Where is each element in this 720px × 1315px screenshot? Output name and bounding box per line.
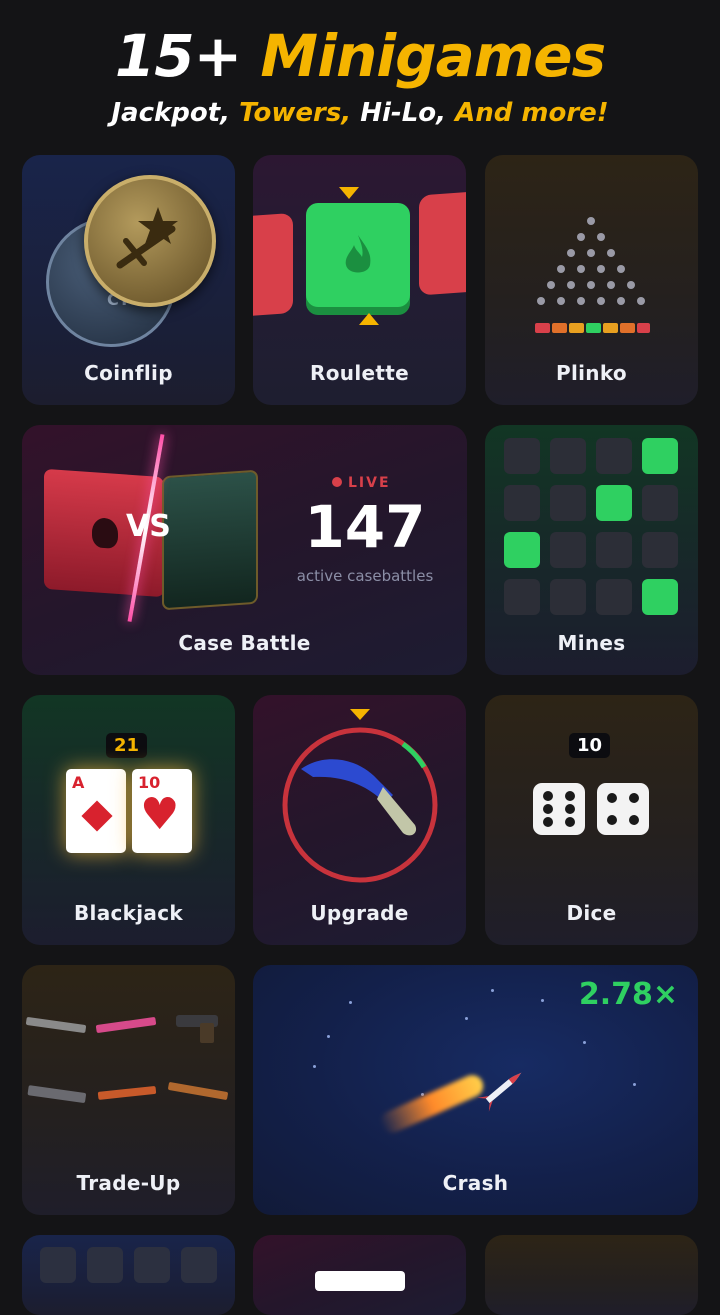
coinflip-label: Coinflip (84, 361, 173, 385)
mines-cell (596, 532, 632, 568)
plinko-label: Plinko (556, 361, 627, 385)
game-card-upgrade[interactable]: Upgrade (253, 695, 466, 945)
crash-multiplier: 2.78× (578, 977, 678, 1012)
subtitle-jackpot: Jackpot, (111, 98, 231, 128)
card-ace-diamonds: A (66, 769, 126, 853)
game-card-plinko[interactable]: Plinko (485, 155, 698, 405)
game-card-roulette[interactable]: Roulette (253, 155, 466, 405)
plinko-board-icon (535, 217, 650, 333)
case-battle-label: Case Battle (178, 631, 311, 655)
game-card-blackjack[interactable]: 21 A 10 ♥ Blackjack (22, 695, 235, 945)
card-ten-hearts: 10 ♥ (132, 769, 192, 853)
live-dot-icon (332, 477, 342, 487)
rocket-trail (377, 1071, 487, 1137)
upgrade-label: Upgrade (310, 901, 409, 925)
live-label: LIVE (348, 475, 391, 491)
vs-label: VS (126, 509, 171, 544)
tower-cell (40, 1247, 76, 1283)
game-card-case-battle[interactable]: VS LIVE 147 active casebattles Case Batt… (22, 425, 467, 675)
mines-cell (504, 485, 540, 521)
game-card-mines[interactable]: Mines (485, 425, 698, 675)
mines-label: Mines (557, 631, 626, 655)
casebattle-caption: active casebattles (296, 567, 434, 585)
mines-cell-gem (642, 438, 678, 474)
mines-cell-gem (504, 532, 540, 568)
promo-header: 15+ Minigames Jackpot, Towers, Hi-Lo, An… (0, 18, 720, 128)
game-card-partial-3[interactable] (485, 1235, 698, 1315)
game-card-trade-up[interactable]: Trade-Up (22, 965, 235, 1215)
mines-cell (596, 438, 632, 474)
casebattle-count: 147 (304, 493, 426, 561)
promo-title: 15+ Minigames (0, 18, 720, 94)
mines-cell (550, 532, 586, 568)
mines-cell (642, 532, 678, 568)
die-six-icon (533, 783, 585, 835)
blackjack-label: Blackjack (74, 901, 183, 925)
subtitle-hilo: Hi-Lo, (360, 98, 447, 128)
title-prefix: 15+ (114, 22, 242, 90)
trade-up-label: Trade-Up (76, 1171, 181, 1195)
mines-cell (504, 438, 540, 474)
roulette-tile-red-right (419, 190, 466, 296)
weapons-icon (25, 1015, 228, 1103)
mines-cell (550, 485, 586, 521)
game-card-coinflip[interactable]: CT Coinflip (22, 155, 235, 405)
tower-cell (87, 1247, 123, 1283)
crash-label: Crash (442, 1171, 509, 1195)
die-four-icon (597, 783, 649, 835)
subtitle-towers: Towers, (239, 98, 352, 128)
game-card-partial-2[interactable] (253, 1235, 466, 1315)
mines-cell (504, 579, 540, 615)
partial-card-icon (315, 1271, 405, 1291)
game-card-partial-1[interactable] (22, 1235, 235, 1315)
title-highlight: Minigames (260, 22, 606, 90)
roulette-tile-green (306, 203, 410, 307)
heart-icon: ♥ (140, 789, 180, 840)
diamond-icon (81, 800, 113, 832)
game-card-dice[interactable]: 10 Dice (485, 695, 698, 945)
promo-subtitle: Jackpot, Towers, Hi-Lo, And more! (0, 98, 720, 128)
case-green-icon (162, 469, 258, 611)
mines-cell (550, 438, 586, 474)
mines-grid (485, 425, 698, 625)
dice-total-badge: 10 (569, 733, 611, 758)
roulette-tile-red-left (253, 212, 293, 318)
mines-cell (596, 579, 632, 615)
mines-cell-gem (642, 579, 678, 615)
subtitle-more: And more! (455, 98, 609, 128)
roulette-label: Roulette (310, 361, 409, 385)
game-card-crash[interactable]: 2.78× Crash (253, 965, 698, 1215)
blackjack-total-badge: 21 (106, 733, 148, 758)
mines-cell-gem (596, 485, 632, 521)
mines-cell (642, 485, 678, 521)
tower-cell (134, 1247, 170, 1283)
dice-label: Dice (566, 901, 617, 925)
karambit-knife-icon (301, 759, 417, 836)
live-indicator: LIVE (332, 475, 391, 491)
roulette-pointer-bottom-icon (359, 313, 379, 325)
tower-cell (181, 1247, 217, 1283)
card1-rank: A (72, 773, 85, 792)
coin-t-icon (84, 175, 216, 307)
roulette-pointer-top-icon (339, 187, 359, 199)
mines-cell (550, 579, 586, 615)
rocket-icon (477, 1072, 522, 1112)
